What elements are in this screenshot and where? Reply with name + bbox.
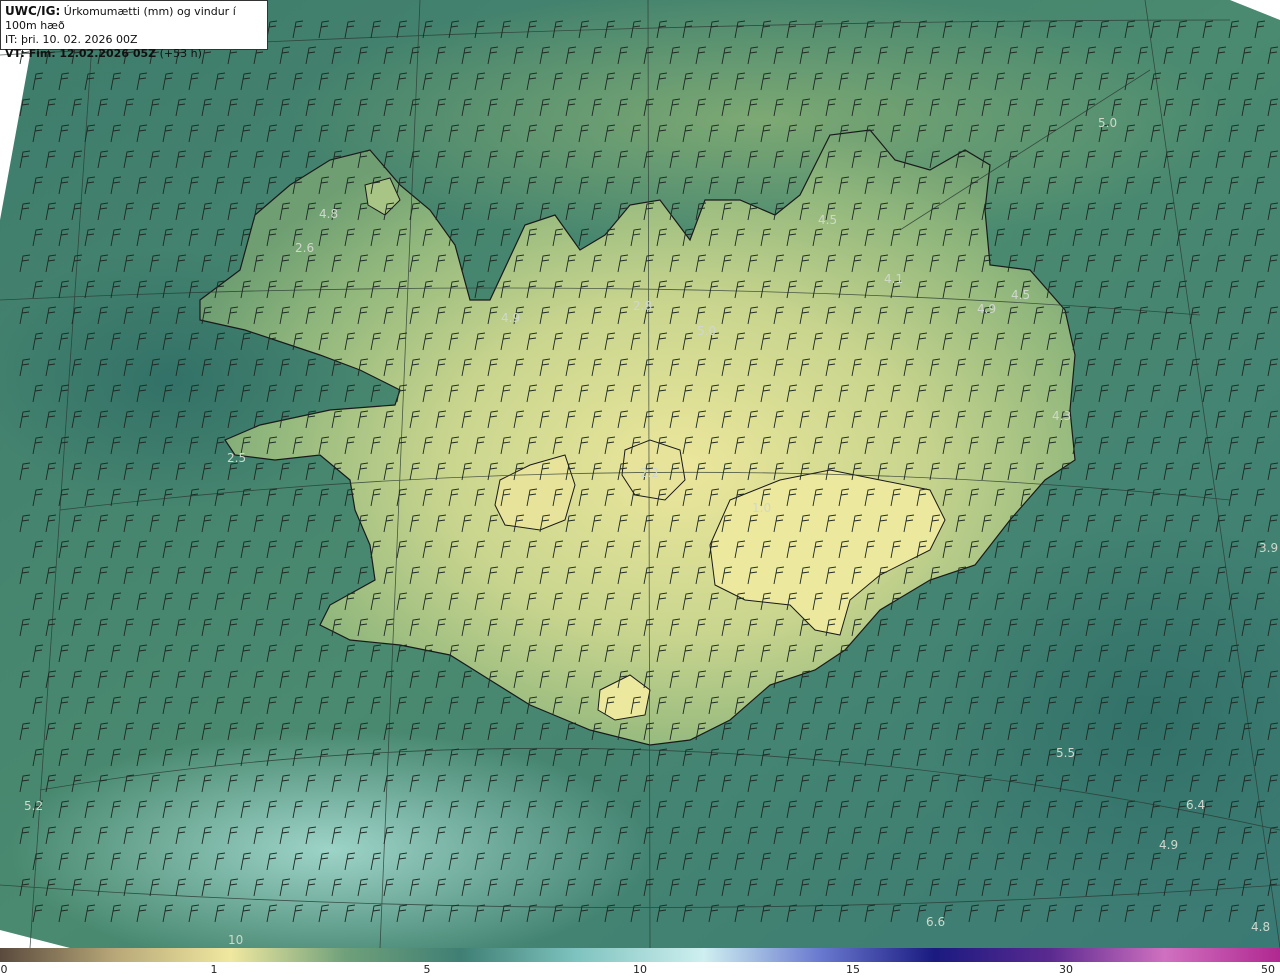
colorbar-legend: 0 1 5 10 15 30 50 (0, 948, 1280, 978)
map-value-label: 5.5 (1056, 746, 1075, 760)
map-value-label: 5.0 (697, 324, 716, 338)
map-value-label: 4.5 (1011, 288, 1030, 302)
colorbar (0, 948, 1280, 962)
map-value-label: 1.0 (752, 501, 771, 515)
map-value-label: 4.9 (501, 311, 520, 325)
map-value-label: 5.0 (1098, 116, 1117, 130)
colorbar-tick: 30 (1059, 963, 1073, 976)
map-value-label: 5.2 (24, 799, 43, 813)
valid-time: VT: Fim. 12.02.2026 05Z (5, 47, 157, 60)
map-value-label: 10 (228, 933, 243, 947)
colorbar-tick: 10 (633, 963, 647, 976)
colorbar-tick: 50 (1261, 963, 1275, 976)
map-value-label: 4.8 (1251, 920, 1270, 934)
map-value-label: 3.9 (1259, 541, 1278, 555)
colorbar-tick: 15 (846, 963, 860, 976)
colorbar-tick: 1 (210, 963, 218, 976)
map-title-box: UWC/IG: Úrkomumætti (mm) og vindur í 100… (0, 0, 268, 60)
map-value-label: 4.9 (977, 302, 996, 316)
colorbar-tick: 5 (423, 963, 431, 976)
map-value-label: 2.2 (640, 466, 659, 480)
map-value-label: 2.6 (295, 241, 314, 255)
precipitation-map: 5.0 4.5 4.8 2.6 4.9 2.8 5.0 4.1 4.9 4.5 … (0, 0, 1280, 948)
map-value-label: 2.8 (633, 299, 652, 313)
title-line: UWC/IG: Úrkomumætti (mm) og vindur í 100… (5, 4, 263, 33)
map-value-label: 4.8 (319, 207, 338, 221)
map-value-label: 4.3 (1052, 409, 1071, 423)
valid-time-line: VT: Fim. 12.02.2026 05Z (+53 h) (5, 47, 263, 61)
lead-time: (+53 h) (159, 47, 202, 60)
map-value-label: 4.9 (1159, 838, 1178, 852)
model-label: UWC/IG: (5, 4, 61, 18)
map-value-label: 4.5 (818, 213, 837, 227)
map-value-label: 4.1 (884, 272, 903, 286)
colorbar-tick: 0 (0, 963, 8, 976)
issue-time: IT: þri. 10. 02. 2026 00Z (5, 33, 138, 46)
map-value-label: 2.5 (227, 451, 246, 465)
map-value-label: 6.4 (1186, 798, 1205, 812)
map-value-label: 6.6 (926, 915, 945, 929)
